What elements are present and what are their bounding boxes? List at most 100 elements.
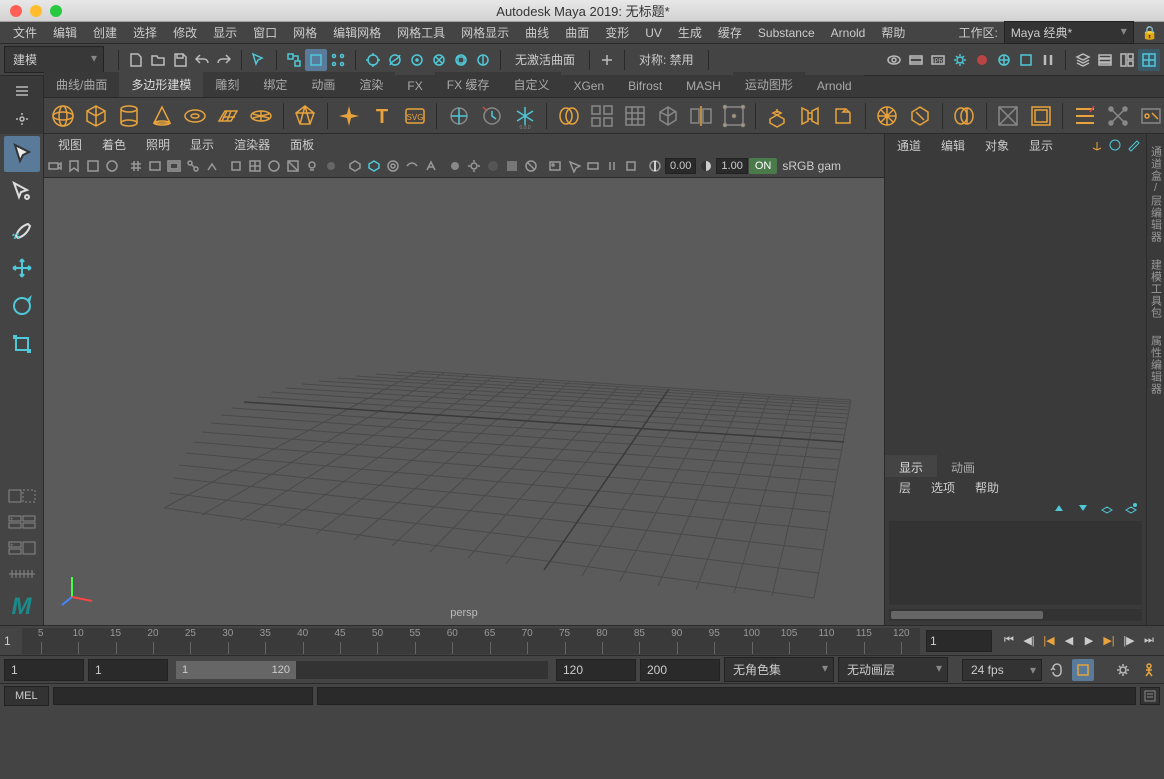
menu-deform[interactable]: 变形 [598,22,636,43]
layout-a-icon[interactable] [4,485,40,507]
layer-new-empty-icon[interactable] [1100,501,1114,518]
snap-projcenter-icon[interactable] [428,49,450,71]
insert-edge-icon[interactable] [951,101,978,131]
layer-move-down-icon[interactable] [1076,501,1090,518]
menu-edit[interactable]: 编辑 [46,22,84,43]
move-tool[interactable] [4,250,40,286]
menu-surfaces[interactable]: 曲面 [558,22,596,43]
vp-pause-icon[interactable] [603,157,621,175]
vp-light-icon[interactable] [303,157,321,175]
shelf-tab-motion[interactable]: 运动图形 [733,72,805,97]
select-tool[interactable] [4,136,40,172]
step-fwd-key-icon[interactable]: |▶ [1120,632,1138,650]
shelf-tab-fx[interactable]: FX [395,75,434,97]
shelf-tab-curves[interactable]: 曲线/曲面 [44,72,119,97]
rail-channelbox[interactable]: 通道盒/层编辑器 [1146,138,1164,251]
vp-gate-icon[interactable] [165,157,183,175]
vp-all-lights-icon[interactable] [465,157,483,175]
charset-dropdown[interactable]: 无角色集 [724,657,834,682]
svg-import-icon[interactable]: SVG [402,101,429,131]
vp-menu-renderer[interactable]: 渲染器 [224,134,280,155]
vp-exposure-icon[interactable] [646,157,664,175]
prefs-icon[interactable] [1112,659,1134,681]
smooth-icon[interactable] [621,101,648,131]
menu-create[interactable]: 创建 [86,22,124,43]
select-hierarchy-icon[interactable] [283,49,305,71]
ipr-icon[interactable]: IPR [927,49,949,71]
layout-d-icon[interactable] [4,563,40,585]
poly-sparkle-icon[interactable] [336,101,363,131]
vp-gamma-icon[interactable] [697,157,715,175]
vp-aa-icon[interactable] [422,157,440,175]
poly-torus-icon[interactable] [182,101,209,131]
uv-planar-icon[interactable] [994,101,1021,131]
snap-point-icon[interactable] [406,49,428,71]
pivot-icon[interactable] [445,101,472,131]
vp-isolate-icon[interactable] [227,157,245,175]
toggle-construction-icon[interactable] [596,49,618,71]
cmd-language[interactable]: MEL [4,686,49,706]
menu-modify[interactable]: 修改 [166,22,204,43]
vp-render-icon[interactable] [584,157,602,175]
anim-end-field[interactable] [640,659,720,681]
play-back-icon[interactable]: ◀ [1060,632,1078,650]
maximize-icon[interactable] [50,5,62,17]
shelf-tab-render[interactable]: 渲染 [347,72,395,97]
menu-meshdisplay[interactable]: 网格显示 [454,22,516,43]
vp-film-icon[interactable] [146,157,164,175]
vp-arrow1-icon[interactable] [565,157,583,175]
vp-menu-show[interactable]: 显示 [180,134,224,155]
vp-grid-icon[interactable] [127,157,145,175]
snap-viewplane-icon[interactable] [450,49,472,71]
vp-joint-icon[interactable] [184,157,202,175]
menu-curves[interactable]: 曲线 [518,22,556,43]
render-settings-icon[interactable] [949,49,971,71]
pause-icon[interactable] [1037,49,1059,71]
vp-wire-icon[interactable] [246,157,264,175]
menu-window[interactable]: 窗口 [246,22,284,43]
snap-curve-icon[interactable] [384,49,406,71]
bevel-icon[interactable] [830,101,857,131]
vp-default-icon[interactable] [446,157,464,175]
cb-edit-icon[interactable] [1126,138,1140,152]
poly-cube-icon[interactable] [83,101,110,131]
select-mode-icon[interactable] [248,49,270,71]
graph-icon[interactable] [1104,101,1131,131]
menu-display[interactable]: 显示 [206,22,244,43]
step-back-icon[interactable]: |◀ [1040,632,1058,650]
hypershade-icon[interactable] [971,49,993,71]
shelf-tab-sculpt[interactable]: 雕刻 [203,72,251,97]
boolean-icon[interactable] [654,101,681,131]
vp-xrayjoint-icon[interactable] [365,157,383,175]
separate-icon[interactable] [588,101,615,131]
save-scene-icon[interactable] [169,49,191,71]
shelf-menu-icon[interactable] [11,80,33,102]
uv-editor-icon[interactable] [1027,101,1054,131]
menu-uv[interactable]: UV [638,24,669,42]
vp-shadow-icon[interactable] [322,157,340,175]
human-ik-icon[interactable] [1138,659,1160,681]
vp-no-light-icon[interactable] [522,157,540,175]
shelf-tab-xgen[interactable]: XGen [561,75,616,97]
poly-disc-icon[interactable] [248,101,275,131]
poly-plane-icon[interactable] [215,101,242,131]
vp-smooth-icon[interactable] [265,157,283,175]
undo-icon[interactable] [191,49,213,71]
menu-substance[interactable]: Substance [751,24,822,42]
play-end-field[interactable] [556,659,636,681]
history-icon[interactable] [478,101,505,131]
cb-sync-icon[interactable] [1108,138,1122,152]
vp-2d-icon[interactable] [103,157,121,175]
poly-sphere-icon[interactable] [50,101,77,131]
step-back-key-icon[interactable]: ◀| [1020,632,1038,650]
menu-meshtools[interactable]: 网格工具 [390,22,452,43]
layer-hscroll[interactable] [889,609,1142,621]
menu-select[interactable]: 选择 [126,22,164,43]
vp-colormgt-toggle[interactable]: ON [749,158,778,174]
shelf-tab-rigging[interactable]: 绑定 [251,72,299,97]
vp-selected-icon[interactable] [484,157,502,175]
play-start-field[interactable] [88,659,168,681]
menu-generate[interactable]: 生成 [671,22,709,43]
snap-grid-icon[interactable] [362,49,384,71]
cb-menu-edit[interactable]: 编辑 [931,133,975,158]
